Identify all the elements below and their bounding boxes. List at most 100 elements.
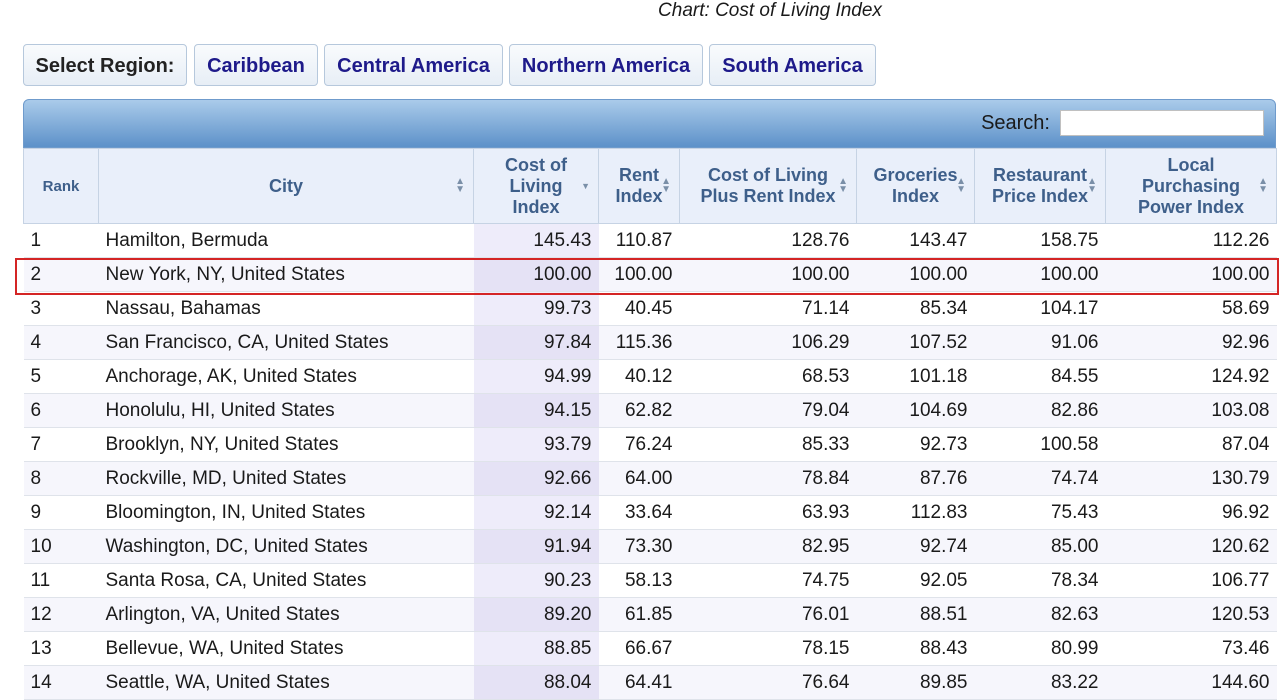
column-header-restaurant-price-index[interactable]: Restaurant Price Index ▲ ▼ — [974, 148, 1106, 224]
cell-city[interactable]: Rockville, MD, United States — [98, 461, 474, 496]
table-row[interactable]: 7 Brooklyn, NY, United States 93.79 76.24 85… — [23, 427, 1277, 462]
cell-rent-index: 64.00 — [598, 461, 680, 496]
table-row[interactable]: 12 Arlington, VA, United States 89.20 61.85… — [23, 597, 1277, 632]
cell-city[interactable]: Arlington, VA, United States — [98, 597, 474, 632]
cell-city[interactable]: Seattle, WA, United States — [98, 665, 474, 700]
cell-rent-index: 100.00 — [598, 257, 680, 292]
cell-rent-index: 40.12 — [598, 359, 680, 394]
sort-icon: ▲ ▼ — [1087, 176, 1097, 195]
column-header-local-purchasing-power-index[interactable]: Local Purchasing Power Index ▲ ▼ — [1105, 148, 1277, 224]
cell-local-purchasing-power-index: 112.26 — [1105, 223, 1277, 258]
column-header-cost-of-living-plus-rent-index[interactable]: Cost of Living Plus Rent Index ▲ ▼ — [679, 148, 857, 224]
column-header-text: Power Index — [1137, 196, 1245, 217]
cell-city[interactable]: Bloomington, IN, United States — [98, 495, 474, 530]
cell-city[interactable]: Bellevue, WA, United States — [98, 631, 474, 666]
table-row[interactable]: 11 Santa Rosa, CA, United States 90.23 58.1… — [23, 563, 1277, 598]
cell-restaurant-price-index: 100.58 — [974, 427, 1106, 462]
table-row[interactable]: 9 Bloomington, IN, United States 92.14 33.6… — [23, 495, 1277, 530]
cell-groceries-index: 100.00 — [856, 257, 975, 292]
cell-groceries-index: 92.73 — [856, 427, 975, 462]
cell-city[interactable]: Hamilton, Bermuda — [98, 223, 474, 258]
cost-of-living-table: Rank City ▲ ▼ Cost of Living Index ▼ Rent Index ▲ ▼… — [23, 148, 1277, 700]
column-header-text: Rent — [618, 165, 659, 185]
cell-city[interactable]: Anchorage, AK, United States — [98, 359, 474, 394]
cell-rent-index: 76.24 — [598, 427, 680, 462]
region-button-northern-america[interactable]: Northern America — [509, 44, 703, 86]
column-header-rent-index[interactable]: Rent Index ▲ ▼ — [598, 148, 680, 224]
cell-groceries-index: 89.85 — [856, 665, 975, 700]
region-button-caribbean[interactable]: Caribbean — [194, 44, 318, 86]
column-header-groceries-index[interactable]: Groceries Index ▲ ▼ — [856, 148, 975, 224]
sort-icon: ▲ ▼ — [956, 176, 966, 195]
cell-cost-of-living-plus-rent-index: 85.33 — [679, 427, 857, 462]
cell-groceries-index: 85.34 — [856, 291, 975, 326]
cell-rent-index: 40.45 — [598, 291, 680, 326]
cell-restaurant-price-index: 91.06 — [974, 325, 1106, 360]
cell-rent-index: 64.41 — [598, 665, 680, 700]
cell-cost-of-living-index: 145.43 — [473, 223, 599, 258]
table-row[interactable]: 1 Hamilton, Bermuda 145.43 110.87 128.76 143.… — [23, 223, 1277, 258]
cell-cost-of-living-index: 100.00 — [473, 257, 599, 292]
cell-city[interactable]: Santa Rosa, CA, United States — [98, 563, 474, 598]
cell-restaurant-price-index: 74.74 — [974, 461, 1106, 496]
column-header-text: Plus Rent Index — [700, 186, 836, 206]
cell-cost-of-living-index: 97.84 — [473, 325, 599, 360]
cell-restaurant-price-index: 80.99 — [974, 631, 1106, 666]
cell-cost-of-living-plus-rent-index: 76.64 — [679, 665, 857, 700]
column-header-city[interactable]: City ▲ ▼ — [98, 148, 474, 224]
column-header-text: Index — [512, 196, 560, 217]
cell-local-purchasing-power-index: 120.53 — [1105, 597, 1277, 632]
cell-rank: 7 — [23, 427, 99, 462]
cell-cost-of-living-plus-rent-index: 100.00 — [679, 257, 857, 292]
sort-descending-icon: ▼ — [581, 181, 590, 191]
cell-cost-of-living-index: 92.14 — [473, 495, 599, 530]
search-input[interactable] — [1060, 110, 1264, 136]
cell-rank: 13 — [23, 631, 99, 666]
table-row[interactable]: 5 Anchorage, AK, United States 94.99 40.12 6… — [23, 359, 1277, 394]
cell-rank: 1 — [23, 223, 99, 258]
region-button-central-america[interactable]: Central America — [324, 44, 503, 86]
cell-groceries-index: 92.74 — [856, 529, 975, 564]
table-row[interactable]: 6 Honolulu, HI, United States 94.15 62.82 79… — [23, 393, 1277, 428]
column-header-cost-of-living-index[interactable]: Cost of Living Index ▼ — [473, 148, 599, 224]
cell-city[interactable]: New York, NY, United States — [98, 257, 474, 292]
column-header-text: Cost of Living — [708, 165, 828, 185]
table-row[interactable]: 13 Bellevue, WA, United States 88.85 66.67 7… — [23, 631, 1277, 666]
sort-icon: ▲ ▼ — [661, 176, 671, 195]
column-header-label: Local Purchasing Power Index — [1124, 155, 1258, 218]
table-row[interactable]: 3 Nassau, Bahamas 99.73 40.45 71.14 85.34 104.… — [23, 291, 1277, 326]
cell-city[interactable]: San Francisco, CA, United States — [98, 325, 474, 360]
cell-city[interactable]: Washington, DC, United States — [98, 529, 474, 564]
cell-rank: 4 — [23, 325, 99, 360]
column-header-rank[interactable]: Rank — [23, 148, 99, 224]
column-header-label: Cost of Living Plus Rent Index — [686, 165, 849, 207]
cell-groceries-index: 143.47 — [856, 223, 975, 258]
cell-groceries-index: 92.05 — [856, 563, 975, 598]
cell-restaurant-price-index: 84.55 — [974, 359, 1106, 394]
column-header-text: Price Index — [991, 186, 1089, 206]
cell-city[interactable]: Brooklyn, NY, United States — [98, 427, 474, 462]
cell-rank: 11 — [23, 563, 99, 598]
cell-groceries-index: 87.76 — [856, 461, 975, 496]
table-row[interactable]: 10 Washington, DC, United States 91.94 73.3… — [23, 529, 1277, 564]
cell-groceries-index: 88.43 — [856, 631, 975, 666]
chart-link[interactable]: Chart: Cost of Living Index — [0, 0, 1280, 22]
cell-city[interactable]: Nassau, Bahamas — [98, 291, 474, 326]
cell-restaurant-price-index: 78.34 — [974, 563, 1106, 598]
cell-cost-of-living-plus-rent-index: 71.14 — [679, 291, 857, 326]
table-row[interactable]: 14 Seattle, WA, United States 88.04 64.41 76… — [23, 665, 1277, 700]
table-row[interactable]: 2 New York, NY, United States 100.00 100.00… — [23, 257, 1277, 292]
cell-local-purchasing-power-index: 96.92 — [1105, 495, 1277, 530]
cell-local-purchasing-power-index: 73.46 — [1105, 631, 1277, 666]
cell-groceries-index: 112.83 — [856, 495, 975, 530]
cell-cost-of-living-index: 90.23 — [473, 563, 599, 598]
table-row[interactable]: 4 San Francisco, CA, United States 97.84 11… — [23, 325, 1277, 360]
cell-cost-of-living-index: 89.20 — [473, 597, 599, 632]
column-header-text: Index — [891, 186, 939, 206]
cell-restaurant-price-index: 83.22 — [974, 665, 1106, 700]
region-button-south-america[interactable]: South America — [709, 44, 876, 86]
table-body: 1 Hamilton, Bermuda 145.43 110.87 128.76 143.… — [23, 223, 1277, 700]
table-row[interactable]: 8 Rockville, MD, United States 92.66 64.00 7… — [23, 461, 1277, 496]
cell-city[interactable]: Honolulu, HI, United States — [98, 393, 474, 428]
cell-local-purchasing-power-index: 58.69 — [1105, 291, 1277, 326]
